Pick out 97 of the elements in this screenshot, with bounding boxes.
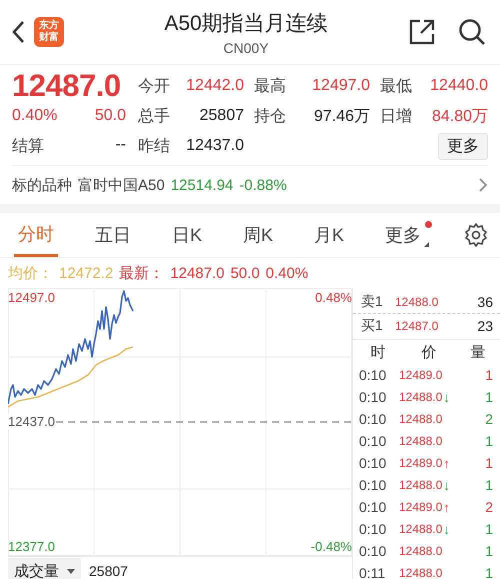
indicator-dropdown[interactable]: 成交量 xyxy=(8,558,81,579)
caret-icon xyxy=(67,568,75,574)
trade-quantity: 1 xyxy=(484,565,493,579)
chevron-right-icon xyxy=(478,177,488,193)
trade-quantity: 1 xyxy=(484,433,493,449)
order-price: 12487.0 xyxy=(395,318,440,332)
average-price-label: 均价： xyxy=(8,264,53,282)
trade-price: 12489.0 xyxy=(399,456,442,470)
settle-value: -- xyxy=(115,136,126,154)
trade-price: 12488.0 xyxy=(399,390,442,404)
period-tab[interactable]: 月K xyxy=(310,213,348,257)
volume-value: 25807 xyxy=(89,563,128,579)
trend-arrow: ↓ xyxy=(443,522,450,536)
period-tab[interactable]: 日K xyxy=(168,213,206,257)
trade-time: 0:10 xyxy=(359,411,388,427)
trade-time: 0:10 xyxy=(359,389,388,405)
field-label: 持仓 xyxy=(253,106,287,126)
more-button[interactable]: 更多 xyxy=(438,132,488,160)
field-value: 12440.0 xyxy=(429,77,488,95)
axis-label: 12497.0 xyxy=(8,290,55,305)
underlying-row[interactable]: 标的品种 富时中国A50 12514.94 -0.88% xyxy=(12,165,488,204)
period-tab[interactable]: 五日 xyxy=(91,213,135,257)
field-value: 97.46万 xyxy=(312,106,370,126)
field-label: 日增 xyxy=(379,106,413,126)
column-header: 价 xyxy=(420,342,438,362)
underlying-change: -0.88% xyxy=(239,176,287,194)
field-value: 12437.0 xyxy=(185,137,244,155)
field-value: 25807 xyxy=(198,107,244,125)
period-tab[interactable]: 更多 xyxy=(381,213,434,257)
search-icon[interactable] xyxy=(458,18,486,46)
axis-label: -0.48% xyxy=(310,539,352,554)
trade-quantity: 1 xyxy=(484,455,493,471)
trade-time: 0:10 xyxy=(359,543,388,559)
trend-arrow: ↓ xyxy=(443,390,450,404)
contract-code: CN00Y xyxy=(223,40,269,56)
axis-label: 12377.0 xyxy=(8,539,55,554)
trade-time: 0:10 xyxy=(359,499,388,515)
latest-change-percent: 0.40% xyxy=(266,264,308,282)
trade-quantity: 1 xyxy=(484,477,493,493)
field-label: 总手 xyxy=(137,106,171,126)
trade-price: 12488.0 xyxy=(399,544,442,558)
trade-price: 12488.0 xyxy=(399,566,442,579)
trend-arrow: ↑ xyxy=(443,500,450,514)
field-value: 12497.0 xyxy=(311,77,370,95)
trend-arrow: ↓ xyxy=(443,478,450,492)
period-tab[interactable]: 周K xyxy=(239,213,278,257)
underlying-label: 标的品种 xyxy=(12,176,72,194)
trade-time: 0:10 xyxy=(359,477,388,493)
underlying-name: 富时中国A50 xyxy=(78,176,165,194)
trade-price: 12488.0 xyxy=(399,434,442,448)
page-title: A50期指当月连续 xyxy=(164,10,328,36)
order-label: 卖1 xyxy=(361,292,384,310)
corner-triangle-icon xyxy=(424,242,430,247)
trade-price: 12489.0 xyxy=(399,500,442,514)
trade-quantity: 1 xyxy=(484,389,493,405)
trade-quantity: 1 xyxy=(484,521,493,537)
axis-label: 0.48% xyxy=(315,290,352,305)
axis-label: 12437.0 xyxy=(8,414,55,429)
trade-time: 0:10 xyxy=(359,433,388,449)
change-percent: 0.40% xyxy=(12,107,58,125)
trade-quantity: 2 xyxy=(484,499,493,515)
trade-price: 12488.0 xyxy=(399,478,442,492)
order-label: 买1 xyxy=(361,316,384,334)
settle-label: 结算 xyxy=(12,136,44,156)
trade-time: 0:11 xyxy=(359,565,386,579)
app-logo: 东方 财富 xyxy=(34,17,64,47)
latest-change: 50.0 xyxy=(230,264,260,282)
underlying-price: 12514.94 xyxy=(170,176,234,194)
trade-quantity: 1 xyxy=(484,367,493,383)
field-label: 昨结 xyxy=(137,136,171,156)
share-icon[interactable] xyxy=(408,18,436,46)
trade-quantity: 2 xyxy=(484,411,493,427)
field-label: 最高 xyxy=(253,76,287,96)
change-value: 50.0 xyxy=(94,107,126,125)
column-header: 时 xyxy=(370,342,386,362)
trade-quantity: 1 xyxy=(484,543,493,559)
last-price: 12487.0 xyxy=(12,69,122,103)
latest-price: 12487.0 xyxy=(170,264,224,282)
column-header: 量 xyxy=(470,342,486,362)
field-value: 12442.0 xyxy=(185,77,244,95)
settings-icon[interactable] xyxy=(464,222,488,248)
trend-arrow: ↑ xyxy=(443,456,450,470)
field-label: 今开 xyxy=(137,76,171,96)
order-quantity: 23 xyxy=(476,318,493,334)
average-price: 12472.2 xyxy=(59,264,114,282)
field-value: 84.80万 xyxy=(430,106,488,126)
trade-time: 0:10 xyxy=(359,455,388,471)
trade-time: 0:10 xyxy=(359,521,388,537)
order-quantity: 36 xyxy=(476,294,493,310)
trade-price: 12488.0 xyxy=(399,522,442,536)
field-label: 最低 xyxy=(379,76,413,96)
latest-price-label: 最新： xyxy=(119,264,164,282)
trade-time: 0:10 xyxy=(359,367,388,383)
trade-price: 12489.0 xyxy=(399,368,442,382)
order-price: 12488.0 xyxy=(395,294,440,308)
back-icon[interactable] xyxy=(10,19,26,45)
trade-price: 12488.0 xyxy=(399,412,442,426)
